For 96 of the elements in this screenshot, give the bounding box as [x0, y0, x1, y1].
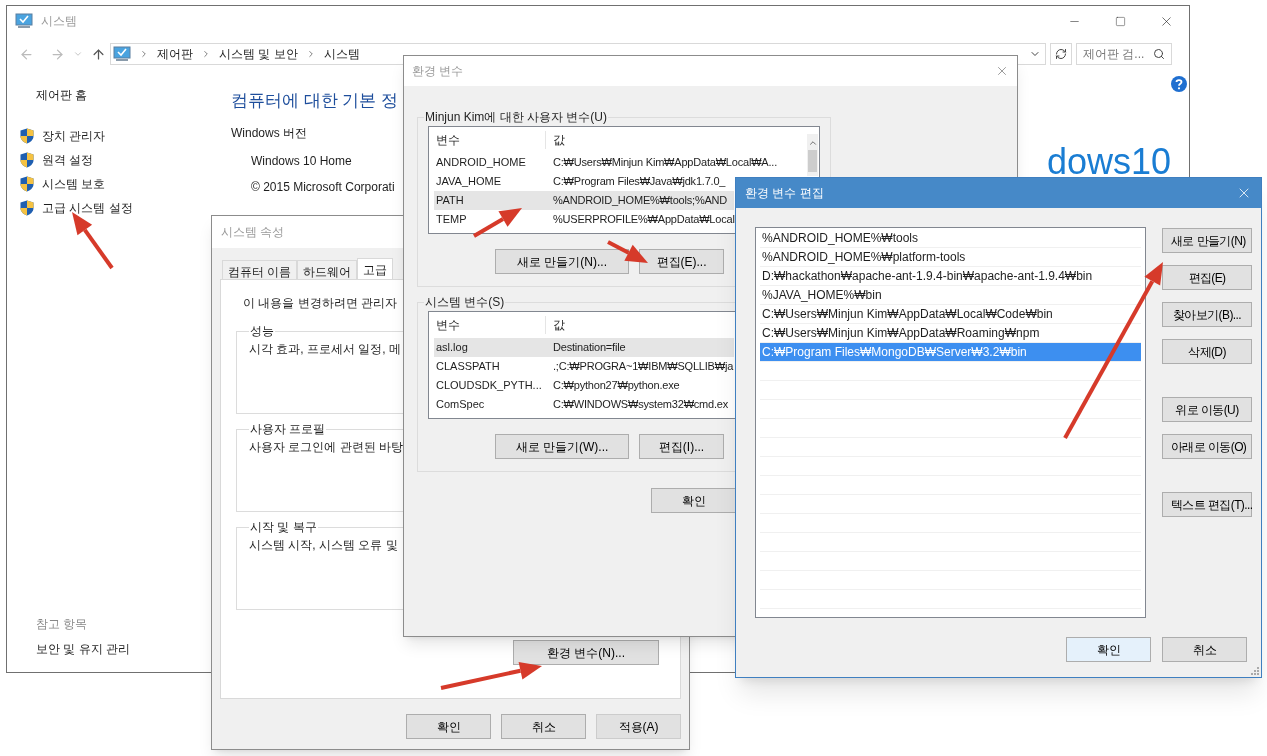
ok-button[interactable]: 확인 — [651, 488, 736, 513]
shield-icon — [20, 176, 34, 192]
list-button[interactable]: 편집(I)... — [639, 434, 724, 459]
shield-icon — [20, 152, 34, 168]
tab[interactable]: 컴퓨터 이름 — [222, 260, 298, 280]
monitor-icon — [113, 46, 131, 62]
variable-value: %USERPROFILE%₩AppData₩Local — [552, 212, 735, 228]
column-header[interactable]: 변수 — [429, 131, 546, 149]
annotation-arrow — [607, 240, 648, 263]
separator-icon — [201, 49, 211, 59]
group-title: 시스템 변수(S) — [424, 294, 506, 311]
variable-value: C:₩Users₩Minjun Kim₩AppData₩Local₩A... — [552, 155, 778, 171]
recent-pages-icon[interactable] — [73, 49, 83, 59]
sidebar-link[interactable]: 보안 및 유지 관리 — [36, 640, 207, 658]
shield-icon — [20, 128, 34, 144]
breadcrumb-item[interactable]: 시스템 — [323, 45, 360, 63]
column-header[interactable]: 값 — [546, 316, 565, 334]
group-description: 시스템 시작, 시스템 오류 및 — [249, 537, 399, 554]
variable-row[interactable]: PATH %ANDROID_HOME%₩tools;%AND — [434, 191, 734, 210]
annotation-arrow — [72, 212, 114, 270]
separator-icon — [139, 49, 149, 59]
section-title: 참고 항목 — [36, 616, 89, 633]
side-button[interactable]: 위로 이동(U) — [1162, 397, 1252, 422]
edition-text: Windows 10 Home — [251, 152, 352, 170]
ok-button[interactable]: 확인 — [1066, 637, 1151, 662]
sidebar-link[interactable]: 제어판 홈 — [36, 86, 207, 104]
variable-name: ANDROID_HOME — [436, 156, 526, 169]
forward-icon[interactable] — [50, 46, 65, 62]
group-title: 사용자 프로필 — [249, 421, 327, 438]
logo-text: dows10 — [1046, 144, 1171, 180]
variable-value: %ANDROID_HOME%₩tools;%AND — [552, 193, 728, 209]
group-title: 시작 및 복구 — [249, 519, 318, 536]
sidebar-link[interactable]: 원격 설정 — [42, 151, 94, 169]
list-button[interactable]: 새로 만들기(W)... — [495, 434, 629, 459]
search-field[interactable]: 제어판 검... — [1076, 43, 1172, 65]
tab[interactable]: 고급 — [357, 258, 394, 280]
help-icon[interactable] — [1171, 76, 1187, 92]
window-title: 시스템 속성 — [221, 224, 285, 241]
variable-name: PATH — [436, 194, 464, 207]
sidebar-link[interactable]: 장치 관리자 — [42, 127, 106, 145]
side-button[interactable]: 편집(E) — [1162, 265, 1252, 290]
variable-name: JAVA_HOME — [436, 175, 501, 188]
cancel-button[interactable]: 취소 — [1162, 637, 1247, 662]
back-icon[interactable] — [19, 46, 34, 62]
side-button[interactable]: 텍스트 편집(T)... — [1162, 492, 1252, 517]
variable-name: asl.log — [436, 341, 468, 354]
search-icon — [1153, 48, 1165, 60]
monitor-icon — [15, 13, 33, 29]
variable-value: C:₩python27₩python.exe — [552, 378, 680, 394]
group-title: 성능 — [249, 323, 275, 340]
tab[interactable]: 하드웨어 — [297, 260, 358, 280]
notice-text: 이 내용을 변경하려면 관리자 — [243, 295, 397, 312]
list-button[interactable]: 새로 만들기(N)... — [495, 249, 629, 274]
side-button[interactable]: 새로 만들기(N) — [1162, 228, 1252, 253]
page-heading: 컴퓨터에 대한 기본 정 — [231, 90, 399, 112]
group-description: 시각 효과, 프로세서 일정, 메 — [249, 341, 402, 358]
shield-icon — [20, 200, 34, 216]
scroll-thumb[interactable] — [808, 150, 817, 172]
group-description: 사용자 로그인에 관련된 바탕 — [249, 439, 404, 456]
variable-row[interactable]: asl.log Destination=file — [434, 338, 734, 357]
window-title: 시스템 — [41, 13, 77, 30]
variable-name: ComSpec — [436, 398, 485, 411]
environment-variables-button[interactable]: 환경 변수(N)... — [513, 640, 659, 665]
side-button[interactable]: 아래로 이동(O) — [1162, 434, 1252, 459]
breadcrumb-item[interactable]: 시스템 및 보안 — [219, 45, 298, 63]
sidebar-link[interactable]: 고급 시스템 설정 — [42, 199, 133, 217]
variable-value: C:₩Program Files₩Java₩jdk1.7.0_ — [552, 174, 726, 190]
copyright-text: © 2015 Microsoft Corporati — [251, 178, 395, 196]
variable-name: CLOUDSDK_PYTH... — [436, 379, 542, 392]
dialog-button[interactable]: 확인 — [406, 714, 491, 739]
annotation-arrow — [473, 208, 522, 238]
refresh-icon[interactable] — [1055, 48, 1067, 60]
side-button[interactable]: 찾아보기(B)... — [1162, 302, 1252, 327]
variable-value: C:₩WINDOWS₩system32₩cmd.ex — [552, 397, 729, 413]
group-title: Minjun Kim에 대한 사용자 변수(U) — [424, 109, 608, 126]
scrollbar[interactable] — [807, 134, 818, 176]
variable-name: TEMP — [436, 213, 467, 226]
resize-grip-icon[interactable] — [1250, 666, 1260, 676]
variable-value: .;C:₩PROGRA~1₩IBM₩SQLLIB₩ja — [552, 359, 734, 375]
column-header[interactable]: 변수 — [429, 316, 546, 334]
scroll-up-icon[interactable] — [807, 138, 818, 148]
up-icon[interactable] — [91, 46, 106, 62]
variable-value: Destination=file — [552, 340, 626, 356]
section-title: Windows 버전 — [231, 124, 307, 142]
breadcrumb-item[interactable]: 제어판 — [157, 45, 193, 63]
list-button[interactable]: 편집(E)... — [639, 249, 724, 274]
variable-name: CLASSPATH — [436, 360, 500, 373]
maximize-icon[interactable] — [1114, 15, 1126, 27]
window-title: 환경 변수 편집 — [745, 185, 824, 202]
side-button[interactable]: 삭제(D) — [1162, 339, 1252, 364]
column-header[interactable]: 값 — [546, 131, 565, 149]
close-icon[interactable] — [995, 64, 1009, 78]
refresh-button[interactable] — [1050, 43, 1072, 65]
dialog-button[interactable]: 취소 — [501, 714, 586, 739]
sidebar-link[interactable]: 시스템 보호 — [42, 175, 106, 193]
window-title: 환경 변수 — [412, 63, 464, 80]
